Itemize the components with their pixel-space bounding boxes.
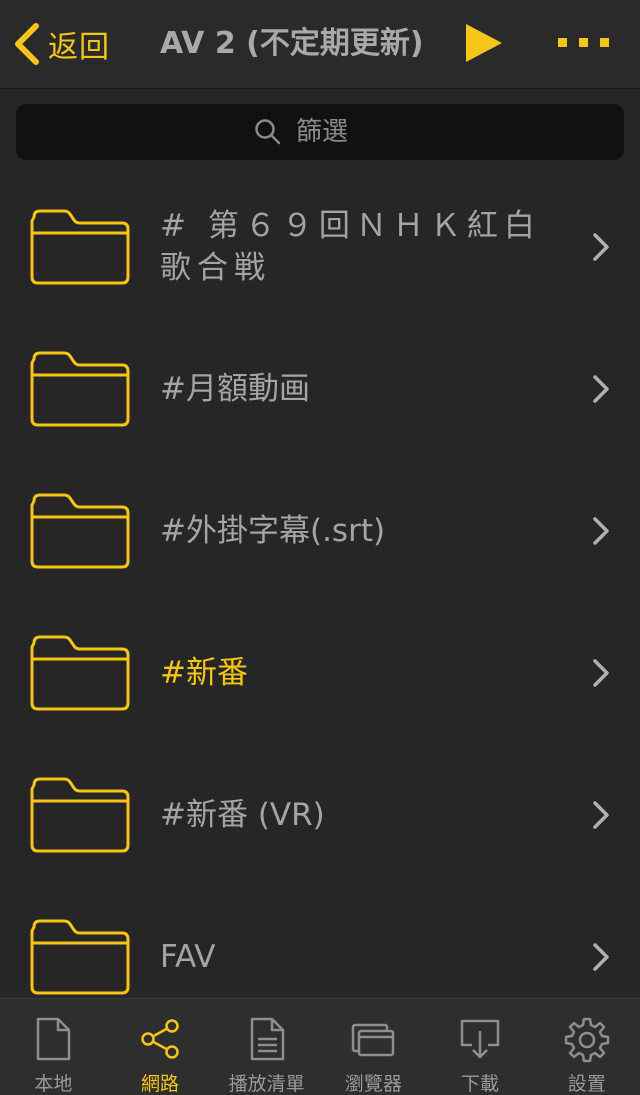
play-icon[interactable]	[462, 22, 506, 64]
page-title: AV 2 (不定期更新)	[160, 26, 424, 61]
folder-icon	[30, 351, 130, 427]
settings-gear-icon	[564, 1017, 609, 1063]
tab-label: 網路	[141, 1073, 180, 1095]
tab-settings[interactable]: 設置	[533, 999, 640, 1095]
chevron-right-icon	[593, 801, 609, 829]
back-button[interactable]: 返回	[12, 18, 110, 70]
chevron-right-icon	[593, 659, 609, 687]
folder-icon	[30, 919, 130, 995]
back-label: 返回	[48, 30, 110, 65]
chevron-left-icon	[15, 23, 39, 65]
filter-input[interactable]	[296, 117, 386, 147]
tab-label: 瀏覽器	[344, 1073, 402, 1095]
tab-label: 設置	[567, 1073, 606, 1095]
download-icon	[460, 1019, 500, 1059]
bottom-tab-bar: 本地 網路 播放清單 瀏覽器 下載 設置	[0, 998, 640, 1095]
folder-row[interactable]: FAV	[0, 886, 640, 998]
folder-icon	[30, 777, 130, 853]
folder-label: #新番	[160, 655, 248, 691]
folder-row[interactable]: #外掛字幕(.srt)	[0, 460, 640, 602]
tab-download[interactable]: 下載	[427, 999, 534, 1095]
app-window: 返回 AV 2 (不定期更新) # 第６９回ＮＨＫ紅白歌合戦	[0, 0, 640, 1095]
tab-browser[interactable]: 瀏覽器	[320, 999, 427, 1095]
filter-search-bar[interactable]	[16, 104, 624, 160]
folder-label: # 第６９回ＮＨＫ紅白歌合戦	[160, 208, 541, 286]
folder-row[interactable]: #新番	[0, 602, 640, 744]
document-icon	[37, 1017, 71, 1061]
browser-icon	[352, 1023, 395, 1057]
folder-label: #月額動画	[160, 371, 310, 407]
folder-icon	[30, 493, 130, 569]
tab-network[interactable]: 網路	[107, 999, 214, 1095]
tab-local[interactable]: 本地	[0, 999, 107, 1095]
chevron-right-icon	[593, 517, 609, 545]
folder-icon	[30, 209, 130, 285]
chevron-right-icon	[593, 375, 609, 403]
playlist-icon	[250, 1017, 284, 1061]
chevron-right-icon	[593, 943, 609, 971]
tab-label: 下載	[461, 1073, 500, 1095]
more-options-icon[interactable]	[556, 28, 612, 56]
tab-playlist[interactable]: 播放清單	[213, 999, 320, 1095]
tab-label: 播放清單	[228, 1073, 305, 1095]
search-icon	[255, 119, 281, 145]
folder-label: FAV	[160, 939, 216, 975]
folder-row[interactable]: #月額動画	[0, 318, 640, 460]
share-icon	[141, 1019, 179, 1059]
chevron-right-icon	[593, 233, 609, 261]
folder-icon	[30, 635, 130, 711]
folder-label: #外掛字幕(.srt)	[160, 513, 386, 549]
tab-label: 本地	[34, 1073, 73, 1095]
folder-row[interactable]: # 第６９回ＮＨＫ紅白歌合戦	[0, 176, 640, 318]
folder-list: # 第６９回ＮＨＫ紅白歌合戦 #月額動画 #外掛字幕(.srt) #新番 #新番…	[0, 176, 640, 998]
nav-header: 返回 AV 2 (不定期更新)	[0, 0, 640, 89]
folder-row[interactable]: #新番 (VR)	[0, 744, 640, 886]
folder-label: #新番 (VR)	[160, 797, 325, 833]
